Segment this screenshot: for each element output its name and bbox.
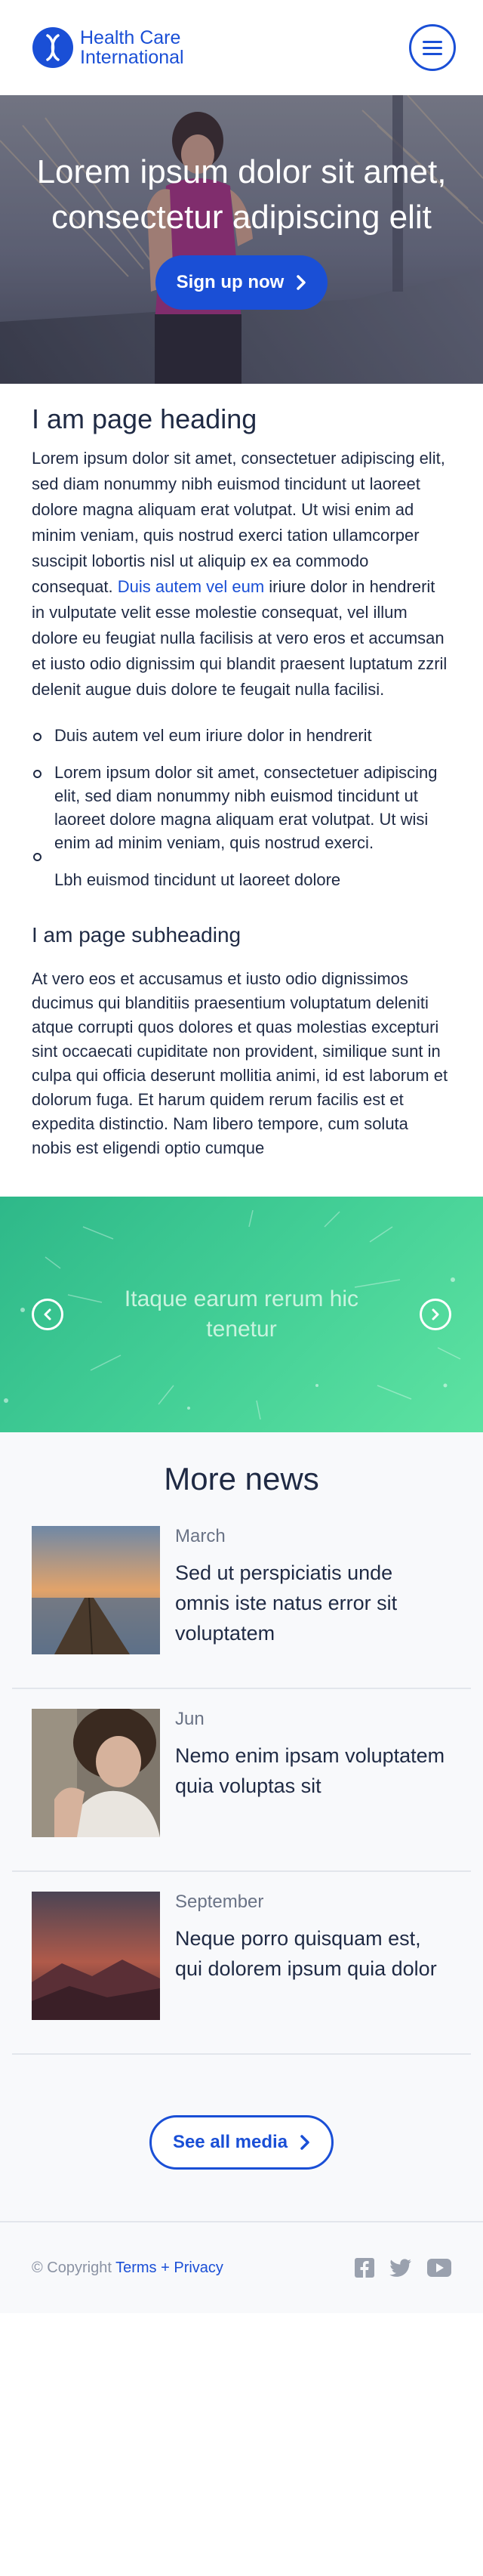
intro-paragraph: Lorem ipsum dolor sit amet, consectetuer… [32,446,451,703]
bullet-list: Duis autem vel eum iriure dolor in hendr… [32,724,451,891]
footer-separator: + [161,2259,170,2276]
news-meta: September Neque porro quisquam est, qui … [175,1892,451,2020]
see-all-wrapper: See all media [0,2055,483,2221]
news-meta: Jun Nemo enim ipsam voluptatem quia volu… [175,1709,451,1837]
more-news-heading: More news [164,1461,319,1496]
logo-icon [32,27,73,68]
sign-up-button-label: Sign up now [176,272,285,292]
news-date: Jun [175,1709,205,1729]
news-thumbnail-woman [32,1709,160,1837]
facebook-icon[interactable] [355,2258,374,2278]
news-item[interactable]: September Neque porro quisquam est, qui … [12,1872,471,2055]
menu-button[interactable] [409,24,456,71]
hero-banner: Lorem ipsum dolor sit amet, consectetur … [0,95,483,384]
news-title[interactable]: Neque porro quisquam est, qui dolorem ip… [175,1923,451,1984]
terms-link[interactable]: Terms [115,2259,156,2276]
carousel-prev-button[interactable] [32,1299,63,1330]
privacy-link[interactable]: Privacy [174,2259,223,2276]
quote-carousel: Itaque earum rerum hic tenetur [0,1197,483,1432]
news-meta: March Sed ut perspiciatis unde omnis ist… [175,1526,451,1654]
hero-title: Lorem ipsum dolor sit amet, consectetur … [36,153,447,236]
news-item[interactable]: March Sed ut perspiciatis unde omnis ist… [12,1526,471,1689]
news-title[interactable]: Nemo enim ipsam voluptatem quia voluptas… [175,1740,451,1801]
hamburger-icon [423,40,442,43]
logo-line-1: Health Care [80,27,181,48]
social-links [355,2258,451,2278]
youtube-icon[interactable] [427,2259,451,2277]
main-content: I am page heading Lorem ipsum dolor sit … [0,384,483,1160]
see-all-media-button[interactable]: See all media [149,2115,334,2170]
news-item[interactable]: Jun Nemo enim ipsam voluptatem quia volu… [12,1689,471,1872]
sign-up-button[interactable]: Sign up now [155,255,328,310]
list-item: Lorem ipsum dolor sit amet, consectetuer… [32,761,451,854]
logo-line-2: International [80,47,184,68]
carousel-text: Itaque earum rerum hic tenetur [124,1286,359,1342]
news-title[interactable]: Sed ut perspiciatis unde omnis iste natu… [175,1558,451,1648]
site-footer: © Copyright Terms + Privacy [0,2221,483,2313]
logo[interactable]: Health Care International [32,26,184,69]
list-item: Lbh euismod tincidunt ut laoreet dolore [32,853,451,891]
logo-text: Health Care International [80,28,184,67]
list-item: Duis autem vel eum iriure dolor in hendr… [32,724,451,747]
news-thumbnail-mountains [32,1892,160,2020]
page-heading: I am page heading [32,403,257,434]
hamburger-icon-bar [423,46,442,49]
inline-link[interactable]: Duis autem vel eum [118,577,264,596]
news-date: March [175,1526,226,1546]
copyright: © Copyright Terms + Privacy [32,2259,223,2277]
intro-text: Lorem ipsum dolor sit amet, consectetuer… [32,449,445,596]
twitter-icon[interactable] [389,2259,412,2277]
copyright-text: © Copyright [32,2259,112,2276]
chevron-left-icon [44,1308,51,1320]
body-paragraph: At vero eos et accusamus et iusto odio d… [32,969,448,1157]
news-thumbnail-pier [32,1526,160,1654]
carousel-next-button[interactable] [420,1299,451,1330]
chevron-right-icon [432,1308,439,1320]
chevron-right-icon [300,2135,309,2150]
news-date: September [175,1892,264,1912]
hamburger-icon-bar [423,52,442,55]
page-subheading: I am page subheading [32,923,242,947]
chevron-right-icon [297,275,306,290]
more-news-section: More news March Sed ut perspiciatis unde… [0,1432,483,2221]
site-header: Health Care International [0,0,483,95]
see-all-media-label: See all media [172,2132,288,2152]
